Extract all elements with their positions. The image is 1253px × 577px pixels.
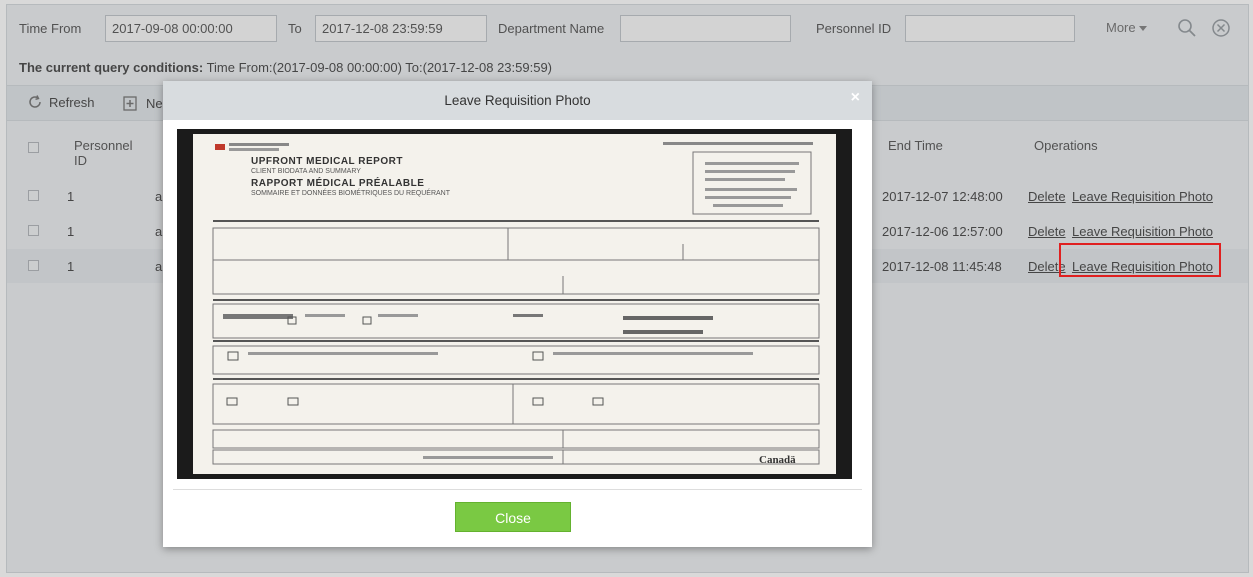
leave-photo-dialog: Leave Requisition Photo × UPFRONT MEDICA… <box>163 81 872 547</box>
dialog-header: Leave Requisition Photo × <box>163 81 872 120</box>
doc-title-2: RAPPORT MÉDICAL PRÉALABLE <box>251 178 425 189</box>
document-scan: UPFRONT MEDICAL REPORT CLIENT BIODATA AN… <box>193 134 836 474</box>
dialog-title: Leave Requisition Photo <box>444 93 591 108</box>
doc-title-1: UPFRONT MEDICAL REPORT <box>251 156 403 167</box>
close-button[interactable]: Close <box>455 502 571 532</box>
leave-requisition-photo: UPFRONT MEDICAL REPORT CLIENT BIODATA AN… <box>177 129 852 479</box>
highlight-box <box>1059 243 1221 277</box>
dialog-divider <box>173 489 862 490</box>
doc-subtitle-2: SOMMAIRE ET DONNÉES BIOMÉTRIQUES DU REQU… <box>251 190 451 197</box>
doc-canada-wordmark: Canadä <box>759 454 796 466</box>
dialog-close-icon[interactable]: × <box>851 89 860 107</box>
doc-subtitle-1: CLIENT BIODATA AND SUMMARY <box>251 168 361 175</box>
